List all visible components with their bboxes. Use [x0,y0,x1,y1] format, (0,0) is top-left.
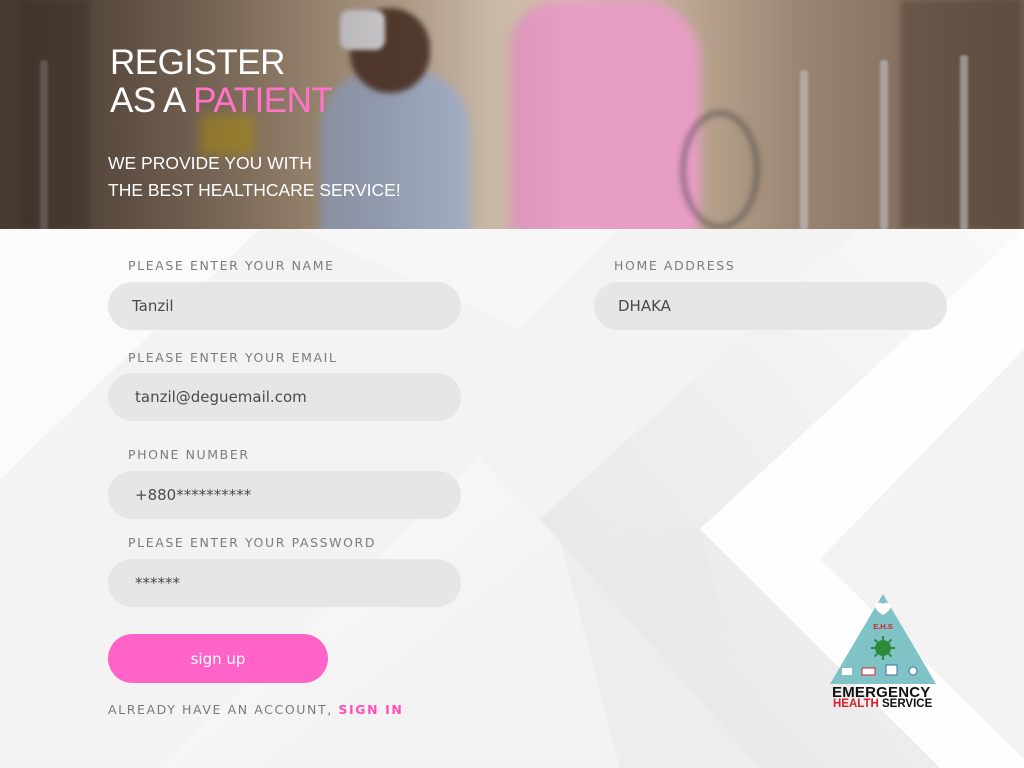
password-input[interactable]: ****** [108,559,461,607]
logo-badge: E.H.S [873,622,893,631]
address-input[interactable]: DHAKA [594,282,947,330]
page-title-accent: PATIENT [193,81,333,120]
email-input[interactable]: tanzil@deguemail.com [108,373,461,421]
logo-text-health: HEALTH [833,698,879,710]
ambulance-icon [861,667,876,676]
address-label: HOME ADDRESS [614,258,736,273]
sign-in-link[interactable]: SIGN IN [338,702,403,717]
person-icon [842,668,852,675]
signin-prompt-text: ALREADY HAVE AN ACCOUNT, [108,702,339,717]
name-label: PLEASE ENTER YOUR NAME [128,258,335,273]
virus-icon [871,636,895,660]
doctor-icon [908,666,918,676]
page-title-line2: AS A PATIENT [110,81,333,120]
page-title: REGISTER AS A PATIENT [110,43,333,120]
sign-up-button[interactable]: sign up [108,634,328,683]
email-label: PLEASE ENTER YOUR EMAIL [128,350,338,365]
password-label: PLEASE ENTER YOUR PASSWORD [128,535,377,550]
phone-input[interactable]: +880********** [108,471,461,519]
page-title-prefix: AS A [110,81,194,120]
page-subtitle-line2: THE BEST HEALTHCARE SERVICE! [108,180,401,200]
page-subtitle: WE PROVIDE YOU WITH THE BEST HEALTHCARE … [108,150,401,204]
hospital-icon [885,664,898,676]
phone-label: PHONE NUMBER [128,447,250,462]
logo-text-service: SERVICE [878,698,933,710]
page-subtitle-line1: WE PROVIDE YOU WITH [108,153,312,173]
logo-text-health-service: HEALTH SERVICE [833,698,932,710]
page-title-line1: REGISTER [110,43,285,82]
name-input[interactable]: Tanzil [108,282,461,330]
signin-prompt: ALREADY HAVE AN ACCOUNT, SIGN IN [108,702,403,717]
